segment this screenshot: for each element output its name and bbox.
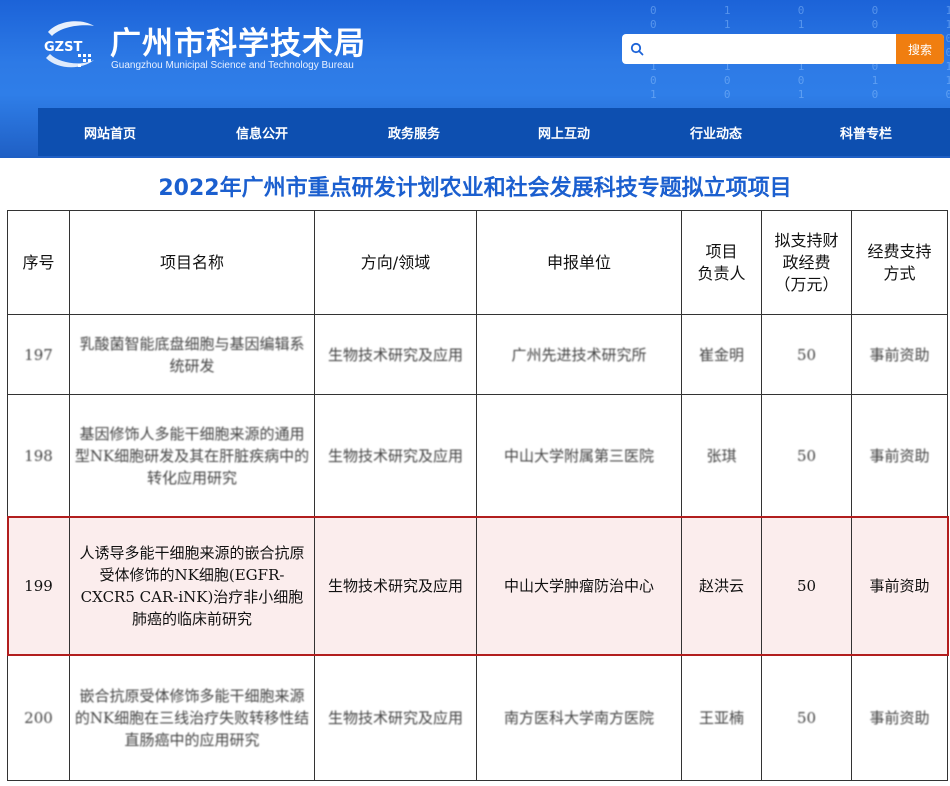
cell-field: 生物技术研究及应用 bbox=[314, 394, 477, 517]
cell-funding-method: 事前资助 bbox=[851, 654, 948, 781]
cell-applicant-unit: 广州先进技术研究所 bbox=[476, 314, 682, 395]
logo-text: GZST bbox=[44, 40, 82, 55]
cell-seq: 199 bbox=[7, 516, 70, 655]
header-seq: 序号 bbox=[7, 210, 70, 315]
search-bar: 搜索 bbox=[622, 34, 944, 64]
header-field: 方向/领域 bbox=[314, 210, 477, 315]
gzst-logo-icon[interactable]: GZST bbox=[38, 14, 100, 76]
nav-item-online-interaction[interactable]: 网上互动 bbox=[538, 123, 590, 142]
cell-project-leader: 赵洪云 bbox=[681, 516, 762, 655]
cell-project-name: 人诱导多能干细胞来源的嵌合抗原受体修饰的NK细胞(EGFR-CXCR5 CAR-… bbox=[69, 516, 315, 655]
cell-seq: 197 bbox=[7, 314, 70, 395]
cell-funding: 50 bbox=[761, 654, 852, 781]
header-leader-line2: 负责人 bbox=[697, 263, 746, 283]
page-title: 2022年广州市重点研发计划农业和社会发展科技专题拟立项项目 bbox=[158, 176, 792, 201]
header-funding-line2: 政经费 bbox=[782, 252, 831, 272]
cell-funding: 50 bbox=[761, 394, 852, 517]
site-title[interactable]: 广州市科学技术局 bbox=[110, 18, 366, 63]
cell-funding: 50 bbox=[761, 516, 852, 655]
cell-funding-method: 事前资助 bbox=[851, 394, 948, 517]
cell-funding-method: 事前资助 bbox=[851, 314, 948, 395]
project-table: 序号 项目名称 方向/领域 申报单位 项目 负责人 拟支持财 政经费 （万元） … bbox=[6, 210, 949, 781]
header-method-line1: 经费支持 bbox=[867, 241, 932, 261]
cell-seq: 198 bbox=[7, 394, 70, 517]
table-row: 198 基因修饰人多能干细胞来源的通用型NK细胞研发及其在肝脏疾病中的转化应用研… bbox=[7, 394, 948, 517]
table-header-row: 序号 项目名称 方向/领域 申报单位 项目 负责人 拟支持财 政经费 （万元） … bbox=[7, 210, 948, 315]
cell-field: 生物技术研究及应用 bbox=[314, 654, 477, 781]
nav-item-government-services[interactable]: 政务服务 bbox=[388, 123, 440, 142]
header-leader-line1: 项目 bbox=[705, 241, 738, 261]
cell-field: 生物技术研究及应用 bbox=[314, 314, 477, 395]
header-funding: 拟支持财 政经费 （万元） bbox=[761, 210, 852, 315]
cell-project-name: 嵌合抗原受体修饰多能干细胞来源的NK细胞在三线治疗失败转移性结直肠癌中的应用研究 bbox=[69, 654, 315, 781]
cell-project-leader: 崔金明 bbox=[681, 314, 762, 395]
header-funding-method: 经费支持 方式 bbox=[851, 210, 948, 315]
cell-seq: 200 bbox=[7, 654, 70, 781]
cell-project-name: 基因修饰人多能干细胞来源的通用型NK细胞研发及其在肝脏疾病中的转化应用研究 bbox=[69, 394, 315, 517]
header-method-line2: 方式 bbox=[883, 263, 916, 283]
nav-item-industry-news[interactable]: 行业动态 bbox=[690, 123, 742, 142]
nav-item-info-disclosure[interactable]: 信息公开 bbox=[236, 123, 288, 142]
cell-applicant-unit: 南方医科大学南方医院 bbox=[476, 654, 682, 781]
cell-project-leader: 张琪 bbox=[681, 394, 762, 517]
cell-field: 生物技术研究及应用 bbox=[314, 516, 477, 655]
cell-applicant-unit: 中山大学肿瘤防治中心 bbox=[476, 516, 682, 655]
search-icon bbox=[622, 34, 652, 64]
header-project-leader: 项目 负责人 bbox=[681, 210, 762, 315]
cell-project-leader: 王亚楠 bbox=[681, 654, 762, 781]
search-button[interactable]: 搜索 bbox=[896, 34, 944, 64]
site-header: 0 1 0 0 1 0 0 0 1 1 0 1 0 1 0 1 0 1 0 0 … bbox=[0, 0, 950, 158]
header-applicant-unit: 申报单位 bbox=[476, 210, 682, 315]
cell-applicant-unit: 中山大学附属第三医院 bbox=[476, 394, 682, 517]
table-row: 200 嵌合抗原受体修饰多能干细胞来源的NK细胞在三线治疗失败转移性结直肠癌中的… bbox=[7, 654, 948, 781]
site-subtitle: Guangzhou Municipal Science and Technolo… bbox=[111, 60, 354, 71]
header-funding-line3: （万元） bbox=[774, 274, 839, 294]
nav-item-science-popularization[interactable]: 科普专栏 bbox=[840, 123, 892, 142]
table-row-highlighted: 199 人诱导多能干细胞来源的嵌合抗原受体修饰的NK细胞(EGFR-CXCR5 … bbox=[6, 515, 949, 656]
table-row: 197 乳酸菌智能底盘细胞与基因编辑系统研发 生物技术研究及应用 广州先进技术研… bbox=[7, 314, 948, 395]
cell-funding-method: 事前资助 bbox=[851, 516, 948, 655]
main-nav: 网站首页 信息公开 政务服务 网上互动 行业动态 科普专栏 bbox=[38, 108, 950, 156]
search-input[interactable] bbox=[652, 34, 896, 64]
cell-funding: 50 bbox=[761, 314, 852, 395]
cell-project-name: 乳酸菌智能底盘细胞与基因编辑系统研发 bbox=[69, 314, 315, 395]
header-funding-line1: 拟支持财 bbox=[774, 230, 839, 250]
nav-item-home[interactable]: 网站首页 bbox=[84, 123, 136, 142]
header-project-name: 项目名称 bbox=[69, 210, 315, 315]
